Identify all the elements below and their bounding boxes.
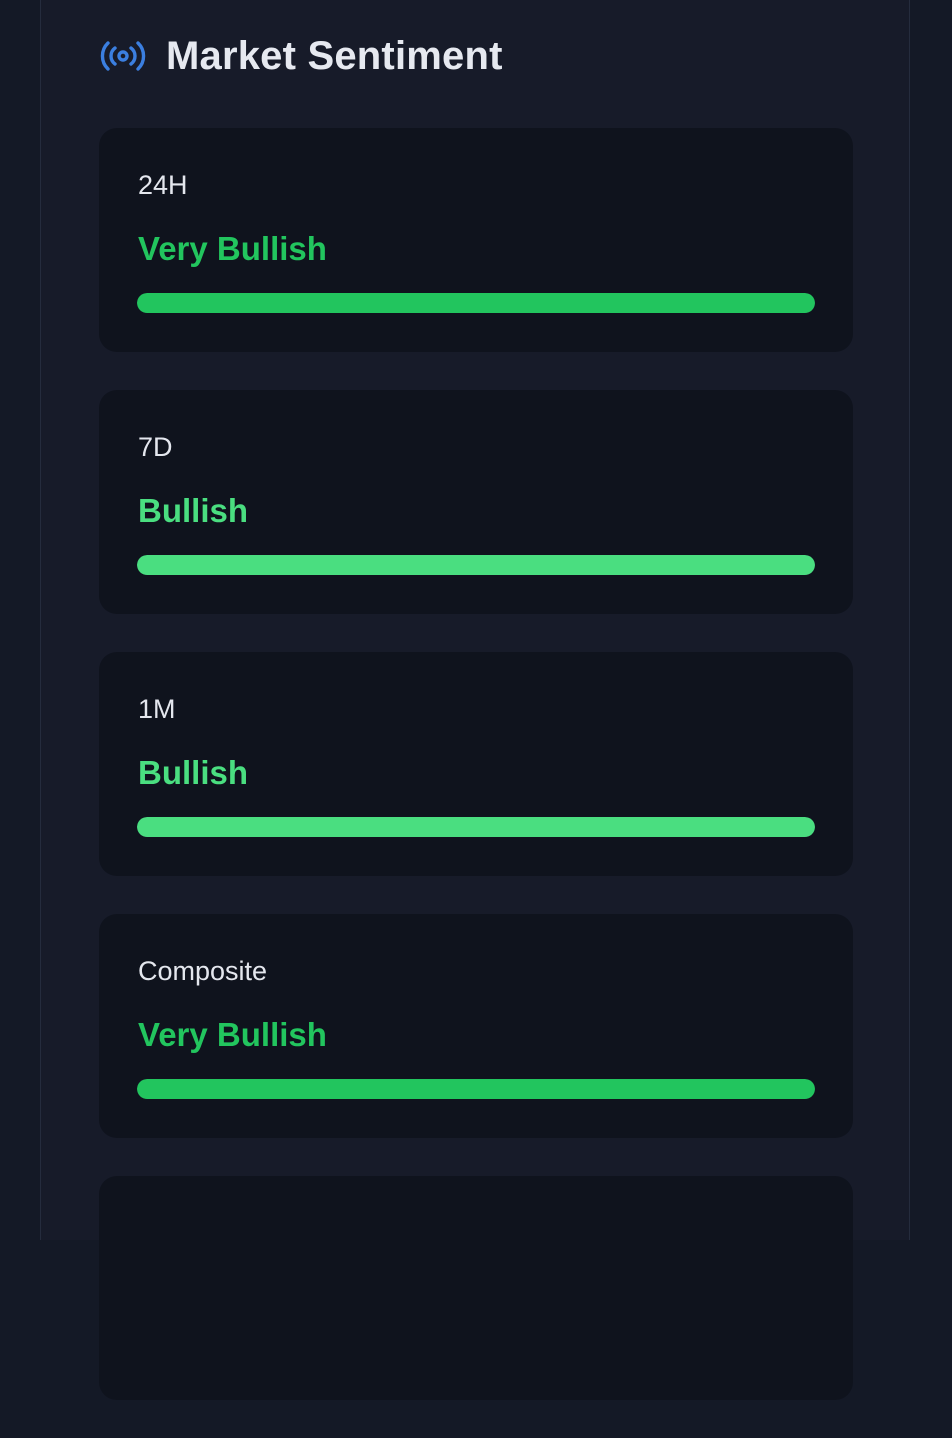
sentiment-bar bbox=[137, 293, 815, 313]
broadcast-icon bbox=[100, 38, 146, 74]
sentiment-value: Very Bullish bbox=[138, 1016, 327, 1053]
sentiment-card-composite: Composite Very Bullish bbox=[99, 914, 853, 1138]
sentiment-bar-fill bbox=[137, 293, 815, 313]
sentiment-card-1m: 1M Bullish bbox=[99, 652, 853, 876]
sentiment-card-7d: 7D Bullish bbox=[99, 390, 853, 614]
sentiment-card-24h: 24H Very Bullish bbox=[99, 128, 853, 352]
sentiment-bar-fill bbox=[137, 1079, 815, 1099]
timeframe-label: 7D bbox=[138, 432, 173, 462]
timeframe-label: 24H bbox=[138, 170, 188, 200]
timeframe-label: 1M bbox=[138, 694, 176, 724]
page-title: Market Sentiment bbox=[166, 33, 503, 78]
panel-header: Market Sentiment bbox=[100, 28, 503, 84]
sentiment-value: Bullish bbox=[138, 492, 249, 529]
sentiment-bar bbox=[137, 1079, 815, 1099]
timeframe-label: Composite bbox=[138, 956, 268, 986]
sentiment-bar bbox=[137, 555, 815, 575]
sentiment-bar-fill bbox=[137, 817, 815, 837]
sentiment-cards: 24H Very Bullish 7D Bullish 1M Bullish C… bbox=[99, 128, 853, 1438]
sentiment-bar bbox=[137, 817, 815, 837]
sentiment-card-partial bbox=[99, 1176, 853, 1400]
sentiment-value: Bullish bbox=[138, 754, 249, 791]
sentiment-bar-fill bbox=[137, 555, 815, 575]
sentiment-value: Very Bullish bbox=[138, 230, 327, 267]
